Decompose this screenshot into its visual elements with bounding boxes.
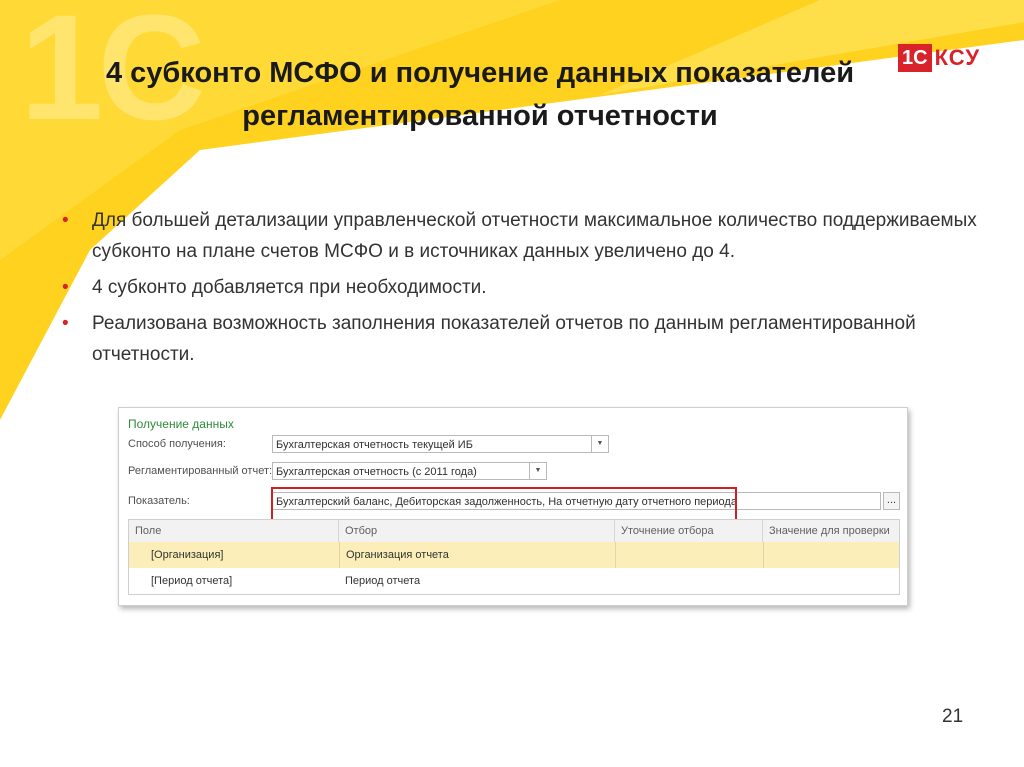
table-header: Поле Отбор Уточнение отбора Значение для… (129, 520, 899, 543)
bullet-item: • 4 субконто добавляется при необходимос… (62, 272, 1002, 303)
method-value: Бухгалтерская отчетность текущей ИБ (276, 439, 473, 451)
table-row[interactable]: [Период отчета] Период отчета (129, 568, 899, 594)
cell-filter: Период отчета (345, 575, 421, 587)
column-header-check-value[interactable]: Значение для проверки (763, 520, 899, 542)
cell-check-value (763, 568, 899, 594)
column-header-field[interactable]: Поле (129, 520, 339, 542)
brand-1c-badge: 1C (898, 44, 932, 72)
slide-title: 4 субконто МСФО и получение данных показ… (0, 52, 960, 138)
data-retrieval-form-screenshot: Получение данных Способ получения: Бухга… (118, 407, 908, 606)
indicator-label: Показатель: (128, 495, 190, 507)
chevron-down-icon[interactable]: ▼ (591, 436, 608, 452)
cell-refine (615, 568, 763, 594)
cell-check-value (763, 542, 899, 568)
method-select[interactable]: Бухгалтерская отчетность текущей ИБ ▼ (272, 435, 609, 453)
slide-title-line-2: регламентированной отчетности (242, 100, 718, 132)
table-row[interactable]: [Организация] Организация отчета (129, 542, 899, 568)
report-select[interactable]: Бухгалтерская отчетность (с 2011 года) ▼ (272, 462, 547, 480)
page-number: 21 (942, 706, 964, 727)
report-value: Бухгалтерская отчетность (с 2011 года) (276, 466, 477, 478)
bullet-text: Для большей детализации управленческой о… (92, 210, 977, 262)
slide-title-line-1: 4 субконто МСФО и получение данных показ… (105, 57, 855, 89)
indicator-highlight-frame (271, 487, 737, 521)
cell-filter: Организация отчета (339, 542, 615, 568)
cell-refine (615, 542, 763, 568)
filter-table: Поле Отбор Уточнение отбора Значение для… (128, 519, 900, 595)
select-indicator-button[interactable]: ... (883, 492, 900, 510)
column-header-refine[interactable]: Уточнение отбора (615, 520, 763, 542)
form-section-title: Получение данных (128, 417, 234, 431)
cell-field: [Период отчета] (151, 575, 233, 587)
bullet-marker: • (62, 313, 69, 334)
bullet-text: Реализована возможность заполнения показ… (92, 313, 916, 365)
bullet-list: • Для большей детализации управленческой… (62, 205, 1002, 375)
brand-ksu-text: КСУ (934, 45, 980, 70)
chevron-down-icon[interactable]: ▼ (529, 463, 546, 479)
report-label: Регламентированный отчет: (128, 465, 273, 477)
bullet-marker: • (62, 210, 69, 231)
bullet-item: • Реализована возможность заполнения пок… (62, 308, 1002, 370)
column-header-filter[interactable]: Отбор (339, 520, 615, 542)
method-label: Способ получения: (128, 438, 226, 450)
1c-ksu-brand-logo: 1C КСУ (898, 44, 980, 72)
cell-field: [Организация] (151, 549, 224, 561)
bullet-marker: • (62, 277, 69, 298)
bullet-item: • Для большей детализации управленческой… (62, 205, 1002, 267)
bullet-text: 4 субконто добавляется при необходимости… (92, 277, 487, 298)
